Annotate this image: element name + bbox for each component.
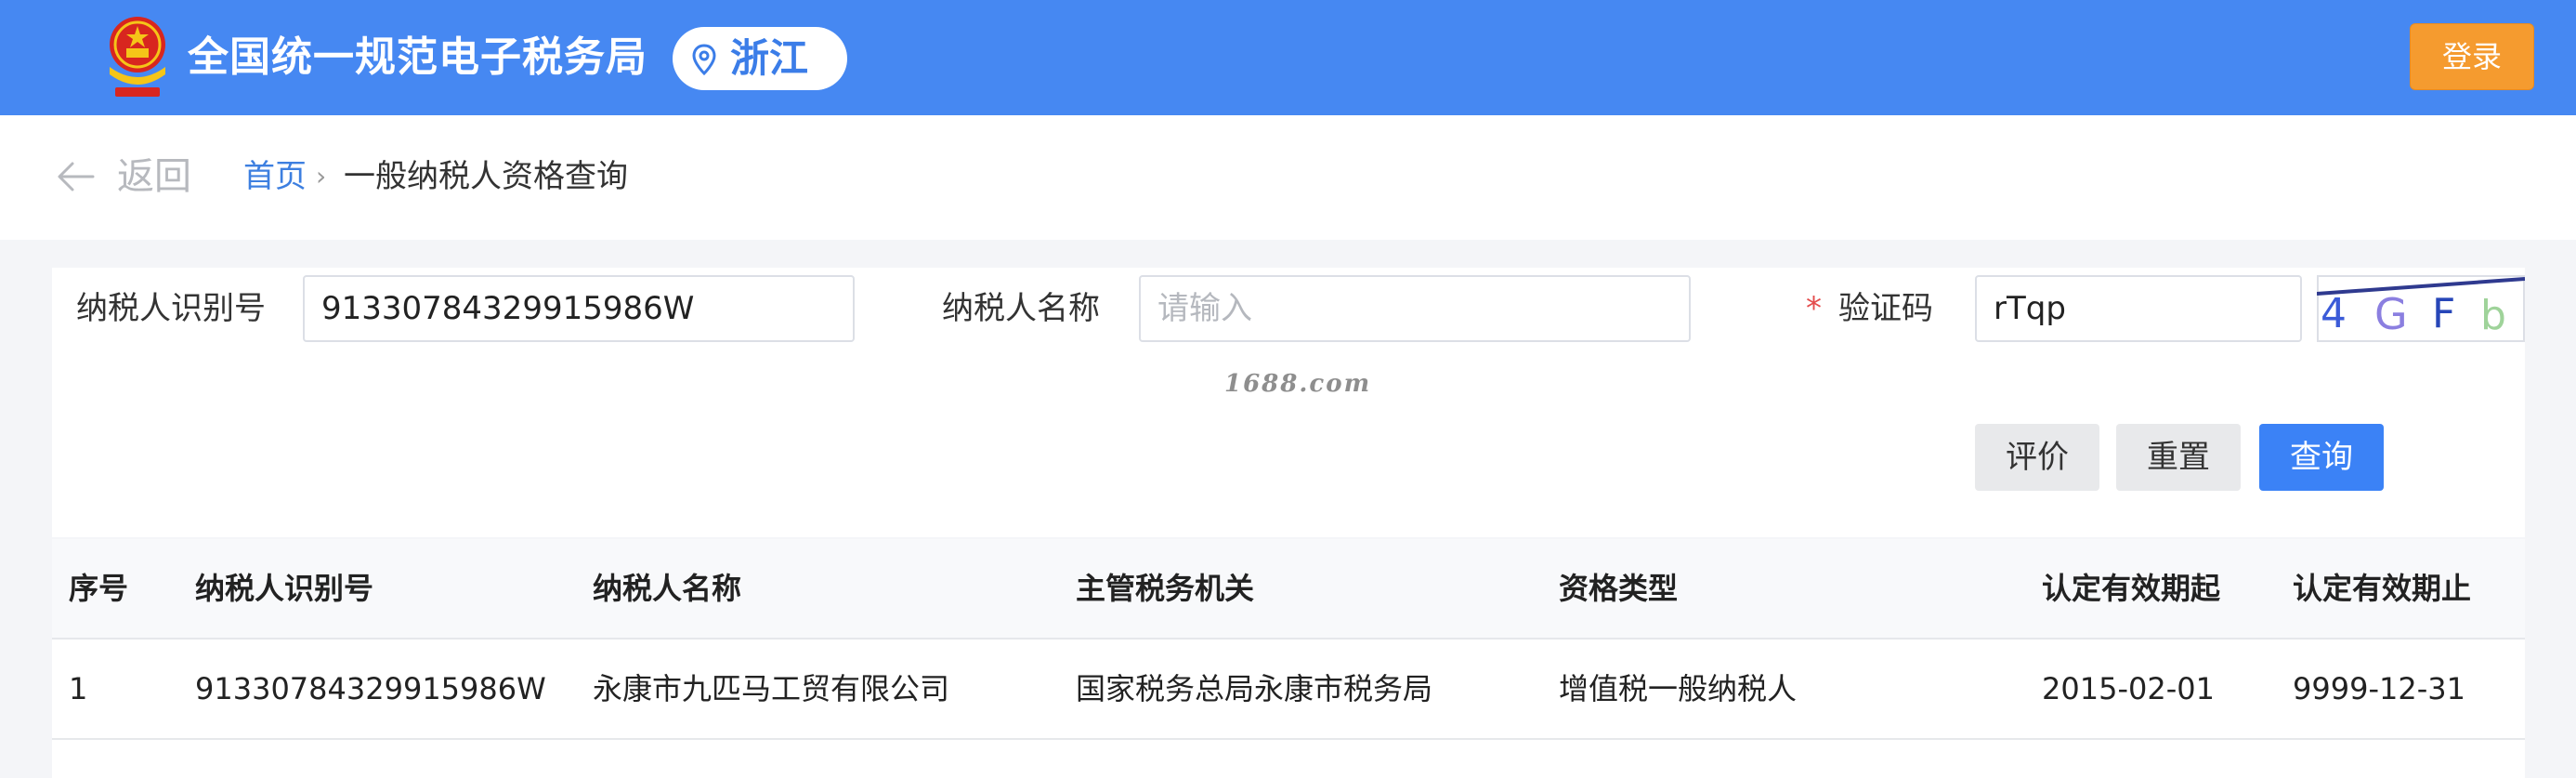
watermark: 1688.com [1224, 370, 1372, 398]
cell-index: 1 [69, 671, 88, 706]
region-label: 浙江 [730, 35, 809, 81]
captcha-label: * 验证码 [1806, 275, 1933, 342]
national-emblem-icon [110, 17, 165, 97]
taxpayer-name-input[interactable] [1139, 275, 1691, 342]
cell-valid-to: 9999-12-31 [2293, 671, 2465, 706]
column-header: 主管税务机关 [1076, 571, 1255, 606]
captcha-char-3: F [2432, 290, 2455, 337]
top-header: 全国统一规范电子税务局 浙江 登录 [0, 0, 2576, 115]
cell-taxpayer-name: 永康市九匹马工贸有限公司 [593, 671, 950, 706]
table-header: 序号 纳税人识别号 纳税人名称 主管税务机关 资格类型 认定有效期起 认定有效期… [52, 539, 2525, 640]
column-header: 纳税人识别号 [195, 571, 374, 606]
reset-button[interactable]: 重置 [2116, 424, 2241, 491]
taxpayer-id-label: 纳税人识别号 [76, 290, 266, 327]
cell-valid-from: 2015-02-01 [2042, 671, 2215, 706]
cell-qualification-type: 增值税一般纳税人 [1559, 671, 1798, 706]
location-pin-icon [692, 44, 716, 75]
column-header: 纳税人名称 [593, 571, 742, 606]
back-link[interactable]: 返回 [117, 149, 191, 204]
site-title: 全国统一规范电子税务局 [188, 33, 647, 81]
query-button[interactable]: 查询 [2259, 424, 2384, 491]
captcha-char-4: b [2480, 292, 2506, 339]
captcha-char-1: 4 [2321, 290, 2347, 337]
column-header: 序号 [69, 571, 129, 606]
column-header: 认定有效期起 [2042, 571, 2221, 606]
captcha-input[interactable] [1975, 275, 2302, 342]
results-table: 序号 纳税人识别号 纳税人名称 主管税务机关 资格类型 认定有效期起 认定有效期… [52, 539, 2525, 778]
breadcrumb-home-link[interactable]: 首页 [243, 152, 307, 201]
column-header: 认定有效期止 [2293, 571, 2472, 606]
column-header: 资格类型 [1559, 571, 1679, 606]
captcha-char-2: G [2374, 289, 2408, 339]
cell-tax-authority: 国家税务总局永康市税务局 [1076, 671, 1433, 706]
captcha-image[interactable]: 4 G F b [2317, 275, 2525, 342]
table-row[interactable]: 1 91330784329915986W 永康市九匹马工贸有限公司 国家税务总局… [52, 640, 2525, 740]
search-panel: 纳税人识别号 纳税人名称 * 验证码 4 G F b 1688.com 评价 重置… [52, 268, 2525, 537]
breadcrumb-current: 一般纳税人资格查询 [344, 158, 628, 195]
login-button[interactable]: 登录 [2410, 23, 2534, 90]
taxpayer-id-input[interactable] [303, 275, 855, 342]
back-arrow-icon[interactable] [56, 156, 97, 197]
captcha-label-text: 验证码 [1838, 290, 1933, 327]
breadcrumb-bar: 返回 首页 › 一般纳税人资格查询 [0, 115, 2576, 240]
taxpayer-name-label: 纳税人名称 [942, 290, 1100, 327]
cell-taxpayer-id: 91330784329915986W [195, 671, 546, 706]
region-selector[interactable]: 浙江 [673, 27, 847, 90]
breadcrumb-separator: › [316, 161, 327, 191]
evaluate-button[interactable]: 评价 [1975, 424, 2099, 491]
required-mark: * [1806, 290, 1822, 327]
